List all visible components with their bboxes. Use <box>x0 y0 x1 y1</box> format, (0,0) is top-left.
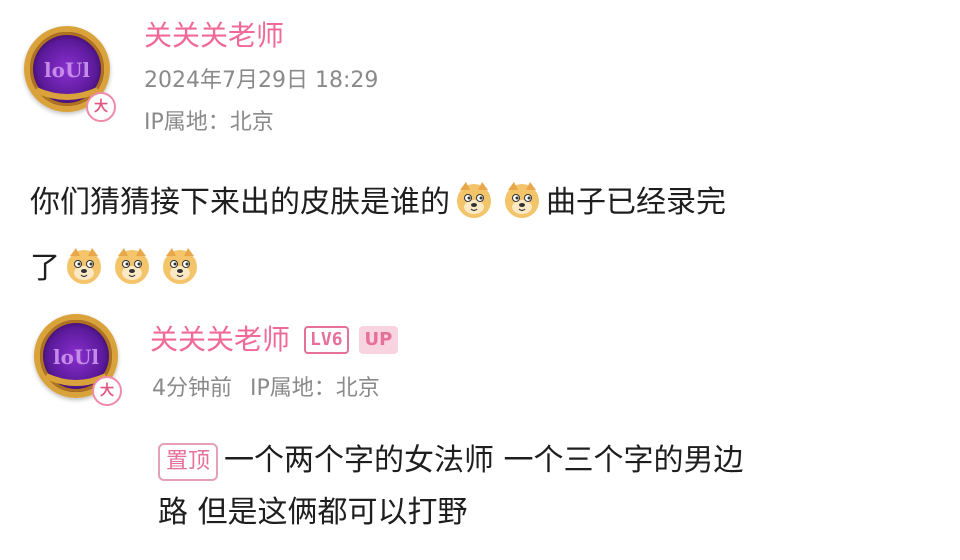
avatar-badge: 大 <box>92 376 122 406</box>
reply-content-line-2: 路 但是这俩都可以打野 <box>158 488 744 538</box>
reply-content-line-1: 置顶 一个两个字的女法师 一个三个字的男边 <box>158 436 744 486</box>
reply-author-name[interactable]: 关关关老师 <box>150 323 290 356</box>
post-text: 你们猜猜接下来出的皮肤是谁的 <box>30 185 450 220</box>
reply-ip-location: IP属地：北京 <box>250 376 380 401</box>
reply-time: 4分钟前 <box>152 376 232 401</box>
post-content-line-2: 了 <box>30 244 726 294</box>
reply-text-continued: 路 但是这俩都可以打野 <box>158 495 468 530</box>
post-content-line-1: 你们猜猜接下来出的皮肤是谁的 曲子已经录完 <box>30 178 726 228</box>
pinned-tag: 置顶 <box>158 443 219 481</box>
doge-emoji <box>112 246 152 286</box>
reply-meta: 4分钟前 IP属地：北京 <box>152 370 380 402</box>
doge-emoji <box>64 246 104 286</box>
up-badge: UP <box>358 326 399 354</box>
reply-content: 置顶 一个两个字的女法师 一个三个字的男边 路 但是这俩都可以打野 <box>158 436 744 538</box>
svg-text:loUl: loUl <box>44 58 90 82</box>
reply-author-avatar[interactable]: loUl 大 <box>34 314 122 406</box>
post-text-continued: 曲子已经录完 <box>546 185 726 220</box>
avatar-badge: 大 <box>86 92 116 122</box>
level-badge: LV6 <box>304 326 349 354</box>
reply-text: 一个两个字的女法师 一个三个字的男边 <box>224 443 744 478</box>
doge-emoji <box>454 180 494 220</box>
doge-emoji <box>502 180 542 220</box>
doge-emoji <box>160 246 200 286</box>
post-content: 你们猜猜接下来出的皮肤是谁的 曲子已经录完 了 <box>30 178 726 294</box>
reply-author-row: 关关关老师 LV6 UP <box>150 318 399 358</box>
author-name[interactable]: 关关关老师 <box>144 14 284 54</box>
svg-text:loUl: loUl <box>53 345 99 369</box>
post-text-end: 了 <box>30 251 60 286</box>
post-date: 2024年7月29日 18:29 <box>144 68 379 93</box>
post-ip-location: IP属地：北京 <box>144 110 274 135</box>
author-avatar[interactable]: loUl 大 <box>24 26 116 122</box>
